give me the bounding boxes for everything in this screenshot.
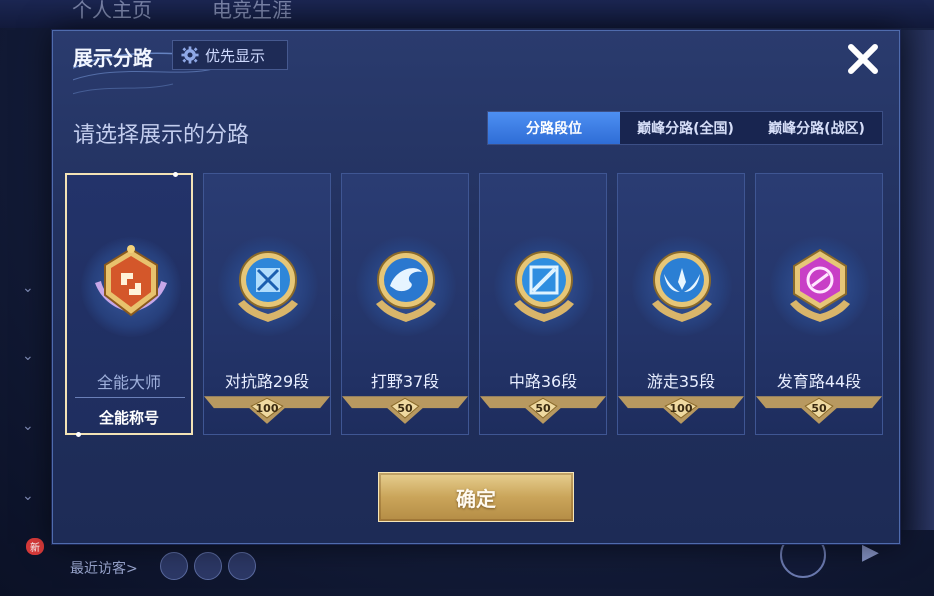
badge-ribbon (618, 396, 744, 424)
gear-icon (181, 46, 199, 64)
visitor-avatar[interactable] (194, 552, 222, 580)
roam-medal-icon (652, 251, 712, 322)
badge-ribbon (480, 396, 606, 424)
badge-ribbon (204, 396, 330, 424)
lane-card-roam[interactable]: 游走35段 100 (617, 173, 745, 435)
visitor-avatar[interactable] (160, 552, 188, 580)
chevron-down-icon: ⌄ (22, 280, 34, 296)
lane-card-badge: 100 (255, 402, 279, 415)
confirm-button[interactable]: 确定 (378, 472, 574, 522)
card-divider (75, 397, 185, 398)
lane-card-badge: 50 (397, 402, 413, 415)
lane-card-badge: 100 (669, 402, 693, 415)
badge-ribbon (342, 396, 468, 424)
lane-card-name: 游走35段 (646, 372, 716, 391)
close-icon[interactable] (843, 39, 883, 79)
lane-display-dialog: 展示分路 优先显示 请选择展示的分路 分路段位 巅峰分路(全国) 巅峰分路(战区… (52, 30, 900, 544)
tab-peak-region[interactable]: 巅峰分路(战区) (751, 112, 882, 144)
clash-lane-medal-icon (238, 251, 298, 322)
lane-card-name: 打野37段 (370, 372, 440, 391)
background-tab-esports: 电竞生涯 (212, 0, 292, 22)
background-tab-profile: 个人主页 (72, 0, 152, 22)
tab-lane-rank[interactable]: 分路段位 (488, 112, 620, 144)
lane-card-name: 对抗路29段 (224, 372, 310, 391)
lane-card-jungle[interactable]: 打野37段 50 (341, 173, 469, 435)
lane-card-name: 中路36段 (508, 372, 578, 391)
jungle-medal-icon (376, 251, 436, 322)
mid-lane-medal-icon (514, 251, 574, 322)
lane-card-mid[interactable]: 中路36段 50 (479, 173, 607, 435)
all-round-master-medal-icon (95, 245, 167, 317)
farm-lane-medal-icon (790, 248, 850, 322)
visitor-avatar[interactable] (228, 552, 256, 580)
lane-card-clash[interactable]: 对抗路29段 100 (203, 173, 331, 435)
selection-prompt: 请选择展示的分路 (73, 123, 250, 148)
corner-dot (76, 432, 81, 437)
lane-card-all-round[interactable]: 全能大师 全能称号 (65, 172, 193, 437)
chevron-down-icon: ⌄ (22, 418, 34, 434)
background-top-bar: 个人主页 电竞生涯 (0, 0, 934, 28)
priority-display-button[interactable]: 优先显示 (172, 40, 288, 70)
background-right-panel (894, 30, 934, 530)
dialog-title: 展示分路 (73, 46, 153, 70)
background-side-nav: ⌄ ⌄ ⌄ ⌄ (0, 80, 50, 580)
badge-ribbon (756, 396, 882, 424)
priority-display-label: 优先显示 (205, 46, 266, 65)
chevron-down-icon: ⌄ (22, 348, 34, 364)
chevron-down-icon: ⌄ (22, 488, 34, 504)
lane-card-name: 发育路44段 (776, 372, 862, 391)
new-badge: 新 (26, 538, 44, 555)
lane-card-badge: 50 (535, 402, 551, 415)
lane-tab-bar: 分路段位 巅峰分路(全国) 巅峰分路(战区) (487, 111, 883, 145)
lane-card-name: 全能大师 (96, 373, 161, 392)
corner-dot (173, 172, 178, 177)
lane-card-badge: 50 (811, 402, 827, 415)
tab-peak-national[interactable]: 巅峰分路(全国) (620, 112, 751, 144)
lane-card-farm[interactable]: 发育路44段 50 (755, 173, 883, 435)
lane-card-subtitle: 全能称号 (98, 409, 159, 427)
recent-visitors-link[interactable]: 最近访客> (70, 558, 138, 578)
